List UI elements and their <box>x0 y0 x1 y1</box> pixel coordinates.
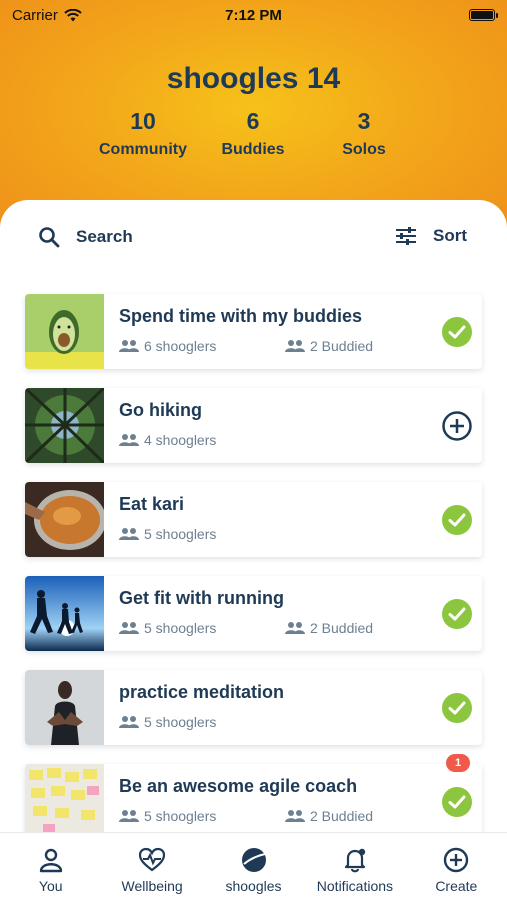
stat-value: 3 <box>357 108 371 134</box>
curry-pot-thumbnail <box>25 482 104 557</box>
bell-icon <box>344 848 366 873</box>
shoogle-card[interactable]: Spend time with my buddies 6 shooglers 2… <box>25 294 482 369</box>
tab-bar: You Wellbeing shoogles Notifications Cre… <box>0 832 507 900</box>
check-circle-icon[interactable] <box>442 317 472 347</box>
tab-label: shoogles <box>225 878 282 894</box>
battery-icon <box>469 9 498 21</box>
check-circle-icon[interactable] <box>442 693 472 723</box>
people-icon <box>285 810 305 822</box>
shoogle-title: Get fit with running <box>119 588 284 608</box>
check-circle-icon[interactable] <box>442 505 472 535</box>
shoogle-card[interactable]: practice meditation 5 shooglers <box>25 670 482 745</box>
shoogle-title: Be an awesome agile coach <box>119 776 358 796</box>
shoogles-logo-icon <box>241 848 266 872</box>
sort-button[interactable]: Sort <box>395 226 467 246</box>
meditating-person-thumbnail <box>25 670 104 745</box>
shoogle-card[interactable]: Go hiking 4 shooglers <box>25 388 482 463</box>
person-icon <box>39 848 62 873</box>
shooglers-count: 5 shooglers <box>119 526 216 542</box>
buddied-count: 2 Buddied <box>285 808 373 824</box>
sort-label: Sort <box>433 226 467 245</box>
tab-wellbeing[interactable]: Wellbeing <box>101 833 202 900</box>
wifi-icon <box>64 8 82 21</box>
buddied-count: 2 Buddied <box>285 338 373 354</box>
people-icon <box>119 528 139 540</box>
shoogle-list: Spend time with my buddies 6 shooglers 2… <box>25 294 482 858</box>
shoogle-title: practice meditation <box>119 682 285 702</box>
people-icon <box>119 810 139 822</box>
shooglers-count: 5 shooglers <box>119 808 216 824</box>
people-icon <box>119 340 139 352</box>
search-sort-bar: Search Sort <box>0 226 507 254</box>
sliders-icon <box>396 227 416 245</box>
shoogle-title: Eat kari <box>119 494 185 514</box>
people-icon <box>285 340 305 352</box>
people-icon <box>119 622 139 634</box>
shoogle-title: Spend time with my buddies <box>119 306 363 326</box>
add-circle-icon[interactable] <box>442 411 472 441</box>
people-icon <box>285 622 305 634</box>
tab-label: You <box>38 878 63 894</box>
page-title: shoogles 14 <box>166 62 341 95</box>
sticky-notes-board-thumbnail <box>25 764 104 839</box>
tab-label: Wellbeing <box>121 878 183 894</box>
shoogle-card[interactable]: Be an awesome agile coach 5 shooglers 2 … <box>25 754 482 839</box>
tab-notifications[interactable]: Notifications <box>304 833 405 900</box>
stat-solos[interactable]: 3 Solos <box>294 108 434 159</box>
forest-canopy-thumbnail <box>25 388 104 463</box>
search-icon <box>39 227 60 248</box>
people-icon <box>119 434 139 446</box>
people-icon <box>119 716 139 728</box>
status-bar: Carrier 7:12 PM <box>0 0 507 30</box>
shooglers-count: 4 shooglers <box>119 432 216 448</box>
search-label: Search <box>76 227 133 246</box>
stats-row: 10 Community 6 Buddies 3 Solos <box>0 108 507 168</box>
carrier-label: Carrier <box>12 6 58 24</box>
tab-shoogles[interactable]: shoogles <box>203 833 304 900</box>
shooglers-count: 6 shooglers <box>119 338 216 354</box>
heart-pulse-icon <box>139 847 166 872</box>
avocado-plush-thumbnail <box>25 294 104 369</box>
notification-badge: 1 <box>446 754 470 772</box>
tab-label: Create <box>435 878 478 894</box>
tab-label: Notifications <box>316 878 394 894</box>
shoogle-card[interactable]: Get fit with running 5 shooglers 2 Buddi… <box>25 576 482 651</box>
tab-you[interactable]: You <box>0 833 101 900</box>
check-circle-icon[interactable] <box>442 599 472 629</box>
check-circle-icon[interactable] <box>442 787 472 817</box>
runners-silhouette-thumbnail <box>25 576 104 651</box>
tab-create[interactable]: Create <box>406 833 507 900</box>
shoogle-title: Go hiking <box>119 400 202 420</box>
stat-label: Solos <box>342 141 386 158</box>
shooglers-count: 5 shooglers <box>119 620 216 636</box>
plus-circle-icon <box>444 847 469 873</box>
search-button[interactable]: Search <box>38 226 133 248</box>
shoogle-card[interactable]: Eat kari 5 shooglers <box>25 482 482 557</box>
shooglers-count: 5 shooglers <box>119 714 216 730</box>
buddied-count: 2 Buddied <box>285 620 373 636</box>
